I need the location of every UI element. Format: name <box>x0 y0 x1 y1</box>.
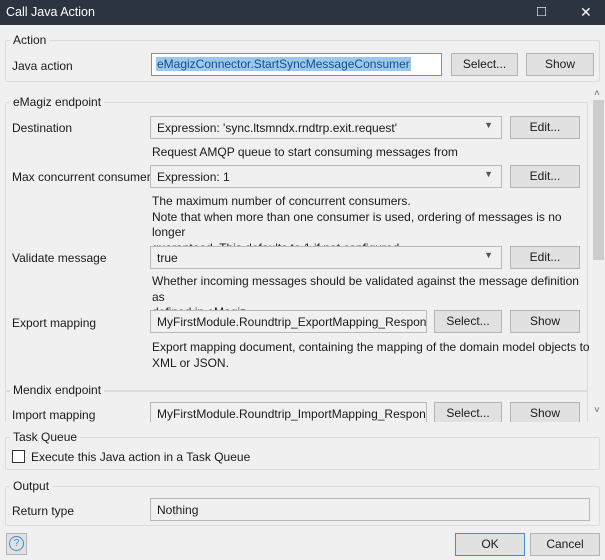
destination-label: Destination <box>12 121 73 135</box>
close-icon[interactable]: ✕ <box>580 4 592 21</box>
desc-line: Export mapping document, containing the … <box>152 340 590 354</box>
cancel-button[interactable]: Cancel <box>530 533 600 556</box>
help-button[interactable]: ? <box>6 533 27 555</box>
chevron-down-icon: ▼ <box>484 120 493 130</box>
export-mapping-label: Export mapping <box>12 316 97 330</box>
java-action-label: Java action <box>12 59 73 73</box>
action-group-label: Action <box>10 33 50 47</box>
desc-line: The maximum number of concurrent consume… <box>152 194 411 208</box>
validate-dropdown[interactable]: true ▼ <box>150 246 502 269</box>
import-mapping-field[interactable]: MyFirstModule.Roundtrip_ImportMapping_Re… <box>150 402 427 422</box>
export-mapping-select-button[interactable]: Select... <box>434 310 502 333</box>
export-mapping-field[interactable]: MyFirstModule.Roundtrip_ExportMapping_Re… <box>150 310 427 333</box>
destination-value: Expression: 'sync.ltsmndx.rndtrp.exit.re… <box>157 121 398 135</box>
scroll-up-icon[interactable]: ˄ <box>594 88 600 99</box>
export-mapping-show-button[interactable]: Show <box>510 310 580 333</box>
java-action-value: eMagizConnector.StartSyncMessageConsumer <box>156 57 411 71</box>
task-queue-checkbox-label[interactable]: Execute this Java action in a Task Queue <box>31 450 250 464</box>
import-mapping-label: Import mapping <box>12 408 96 422</box>
chevron-down-icon: ▼ <box>484 250 493 260</box>
java-action-show-button[interactable]: Show <box>526 53 594 76</box>
max-consumers-edit-button[interactable]: Edit... <box>510 165 580 188</box>
max-consumers-label: Max concurrent consumers <box>12 170 157 184</box>
scrollbar-thumb[interactable] <box>593 100 604 260</box>
parameters-scroll-area: eMagiz endpoint Destination Expression: … <box>0 88 591 422</box>
max-consumers-dropdown[interactable]: Expression: 1 ▼ <box>150 165 502 188</box>
mendix-group-label: Mendix endpoint <box>10 383 105 397</box>
destination-edit-button[interactable]: Edit... <box>510 116 580 139</box>
destination-description: Request AMQP queue to start consuming me… <box>152 145 458 159</box>
maximize-icon[interactable]: □ <box>537 3 546 20</box>
desc-line: Note that when more than one consumer is… <box>152 209 562 240</box>
scroll-down-icon[interactable]: ˅ <box>594 405 600 416</box>
import-mapping-show-button[interactable]: Show <box>510 402 580 422</box>
emagiz-group-label: eMagiz endpoint <box>10 95 105 109</box>
max-consumers-value: Expression: 1 <box>157 170 230 184</box>
chevron-down-icon: ▼ <box>484 169 493 179</box>
validate-edit-button[interactable]: Edit... <box>510 246 580 269</box>
destination-dropdown[interactable]: Expression: 'sync.ltsmndx.rndtrp.exit.re… <box>150 116 502 139</box>
task-queue-checkbox[interactable] <box>12 450 25 463</box>
return-type-label: Return type <box>12 504 75 518</box>
java-action-input[interactable]: eMagizConnector.StartSyncMessageConsumer <box>151 53 442 76</box>
task-queue-group-label: Task Queue <box>10 430 81 444</box>
ok-button[interactable]: OK <box>455 533 525 556</box>
window-title: Call Java Action <box>6 5 95 19</box>
java-action-select-button[interactable]: Select... <box>451 53 518 76</box>
export-mapping-description: Export mapping document, containing the … <box>152 340 590 371</box>
help-icon: ? <box>9 536 24 551</box>
desc-line: XML or JSON. <box>152 355 229 370</box>
return-type-field: Nothing <box>150 498 590 521</box>
import-mapping-select-button[interactable]: Select... <box>434 402 502 422</box>
validate-value: true <box>157 251 178 265</box>
validate-label: Validate message <box>12 251 107 265</box>
desc-line: Whether incoming messages should be vali… <box>152 274 579 304</box>
title-bar: Call Java Action □ ✕ <box>0 0 605 25</box>
output-group-label: Output <box>10 479 53 493</box>
